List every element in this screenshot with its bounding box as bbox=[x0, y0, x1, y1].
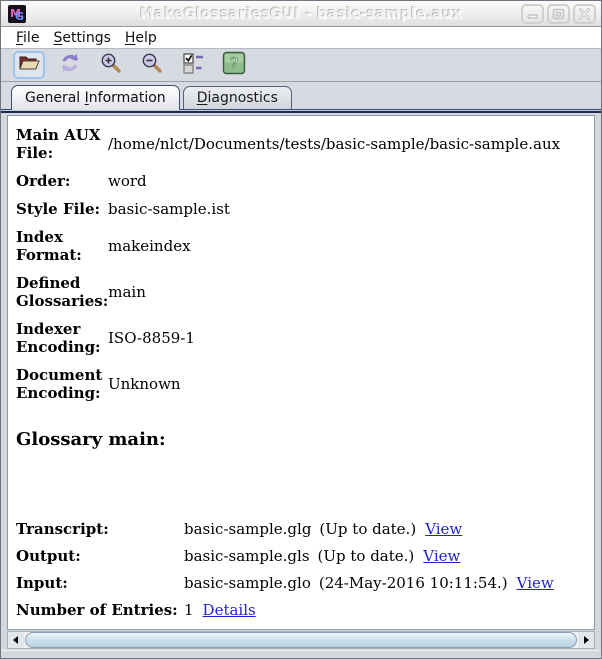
view-transcript-link[interactable]: View bbox=[425, 520, 462, 539]
file-row-number-of-entries: Number of Entries: 1 Details bbox=[16, 601, 584, 620]
field-row-style-file: Style File: basic-sample.ist bbox=[16, 200, 584, 218]
maximize-icon bbox=[552, 5, 565, 24]
file-value: basic-sample.gls bbox=[184, 547, 310, 565]
horizontal-scrollbar[interactable] bbox=[7, 631, 595, 649]
properties-button[interactable] bbox=[177, 51, 209, 79]
glossary-heading: Glossary main: bbox=[16, 429, 166, 450]
file-row-transcript: Transcript: basic-sample.glg (Up to date… bbox=[16, 520, 584, 539]
help-icon: ? bbox=[222, 51, 246, 79]
file-value: basic-sample.glo bbox=[184, 574, 311, 592]
file-value: basic-sample.glg bbox=[184, 520, 312, 538]
checkbox-settings-icon bbox=[181, 51, 205, 79]
arrow-left-icon bbox=[13, 636, 18, 644]
tab-strip: General Information Diagnostics bbox=[1, 82, 601, 110]
file-row-output: Output: basic-sample.gls (Up to date.) V… bbox=[16, 547, 584, 566]
details-link[interactable]: Details bbox=[203, 601, 256, 620]
field-value: /home/nlct/Documents/tests/basic-sample/… bbox=[108, 135, 561, 153]
file-status: (24-May-2016 10:11:54.) bbox=[318, 574, 508, 592]
tab-diagnostics[interactable]: Diagnostics bbox=[182, 86, 292, 109]
entries-count: 1 bbox=[184, 601, 194, 619]
window-bottom-frame bbox=[1, 650, 601, 658]
scroll-right-arrow[interactable] bbox=[578, 632, 594, 648]
folder-open-icon bbox=[17, 51, 41, 79]
view-output-link[interactable]: View bbox=[423, 547, 460, 566]
title-bar[interactable]: M G MakeGlossariesGUI - basic-sample.aux bbox=[1, 1, 601, 27]
field-row-main-aux-file: Main AUX File: /home/nlct/Documents/test… bbox=[16, 126, 584, 162]
menu-file[interactable]: File bbox=[9, 29, 46, 47]
field-label: Indexer Encoding: bbox=[16, 320, 101, 356]
zoom-in-icon bbox=[99, 51, 123, 79]
field-label: Style File: bbox=[16, 200, 101, 218]
field-row-indexer-encoding: Indexer Encoding: ISO-8859-1 bbox=[16, 320, 584, 356]
file-status: (Up to date.) bbox=[317, 547, 415, 565]
file-label: Output: bbox=[16, 547, 81, 565]
field-row-document-encoding: Document Encoding: Unknown bbox=[16, 366, 584, 402]
general-information-panel: Main AUX File: /home/nlct/Documents/test… bbox=[7, 115, 595, 630]
open-file-button[interactable] bbox=[13, 51, 45, 79]
field-label: Document Encoding: bbox=[16, 366, 103, 402]
minimize-button[interactable] bbox=[521, 4, 544, 24]
field-label: Main AUX File: bbox=[16, 126, 101, 162]
arrow-right-icon bbox=[584, 636, 589, 644]
menu-bar: File Settings Help bbox=[1, 27, 601, 49]
reload-button[interactable] bbox=[54, 51, 86, 79]
field-label: Defined Glossaries: bbox=[16, 274, 109, 310]
glossary-files-group: Transcript: basic-sample.glg (Up to date… bbox=[16, 520, 584, 620]
field-label: Order: bbox=[16, 172, 71, 190]
field-value: main bbox=[108, 283, 146, 301]
field-value: ISO-8859-1 bbox=[108, 329, 195, 347]
file-label: Transcript: bbox=[16, 520, 109, 538]
refresh-icon bbox=[58, 51, 82, 79]
file-row-input: Input: basic-sample.glo (24-May-2016 10:… bbox=[16, 574, 584, 593]
app-window: M G MakeGlossariesGUI - basic-sample.aux bbox=[0, 0, 602, 659]
tab-general-information[interactable]: General Information bbox=[11, 85, 180, 110]
zoom-in-button[interactable] bbox=[95, 51, 127, 79]
field-value: basic-sample.ist bbox=[108, 200, 230, 218]
zoom-out-icon bbox=[140, 51, 164, 79]
field-value: makeindex bbox=[108, 237, 191, 255]
help-button[interactable]: ? bbox=[218, 51, 250, 79]
zoom-out-button[interactable] bbox=[136, 51, 168, 79]
scroll-left-arrow[interactable] bbox=[8, 632, 24, 648]
maximize-button[interactable] bbox=[547, 4, 570, 24]
field-value: Unknown bbox=[108, 375, 181, 393]
window-title: MakeGlossariesGUI - basic-sample.aux bbox=[139, 5, 463, 22]
svg-text:?: ? bbox=[230, 54, 239, 73]
close-icon bbox=[578, 5, 591, 24]
file-label: Input: bbox=[16, 574, 68, 592]
menu-help[interactable]: Help bbox=[118, 29, 164, 47]
minimize-icon bbox=[526, 5, 539, 24]
file-label: Number of Entries: bbox=[16, 601, 178, 619]
scrollbar-thumb[interactable] bbox=[25, 632, 577, 648]
close-button[interactable] bbox=[573, 4, 596, 24]
view-input-link[interactable]: View bbox=[517, 574, 554, 593]
field-row-index-format: Index Format: makeindex bbox=[16, 228, 584, 264]
field-label: Index Format: bbox=[16, 228, 82, 264]
menu-settings[interactable]: Settings bbox=[46, 29, 117, 47]
hscrollbar-region bbox=[1, 631, 601, 650]
window-controls bbox=[521, 4, 596, 24]
file-status: (Up to date.) bbox=[319, 520, 417, 538]
toolbar: ? bbox=[1, 49, 601, 82]
field-row-order: Order: word bbox=[16, 172, 584, 190]
content-area: Main AUX File: /home/nlct/Documents/test… bbox=[1, 113, 601, 631]
field-row-defined-glossaries: Defined Glossaries: main bbox=[16, 274, 584, 310]
field-value: word bbox=[108, 172, 147, 190]
